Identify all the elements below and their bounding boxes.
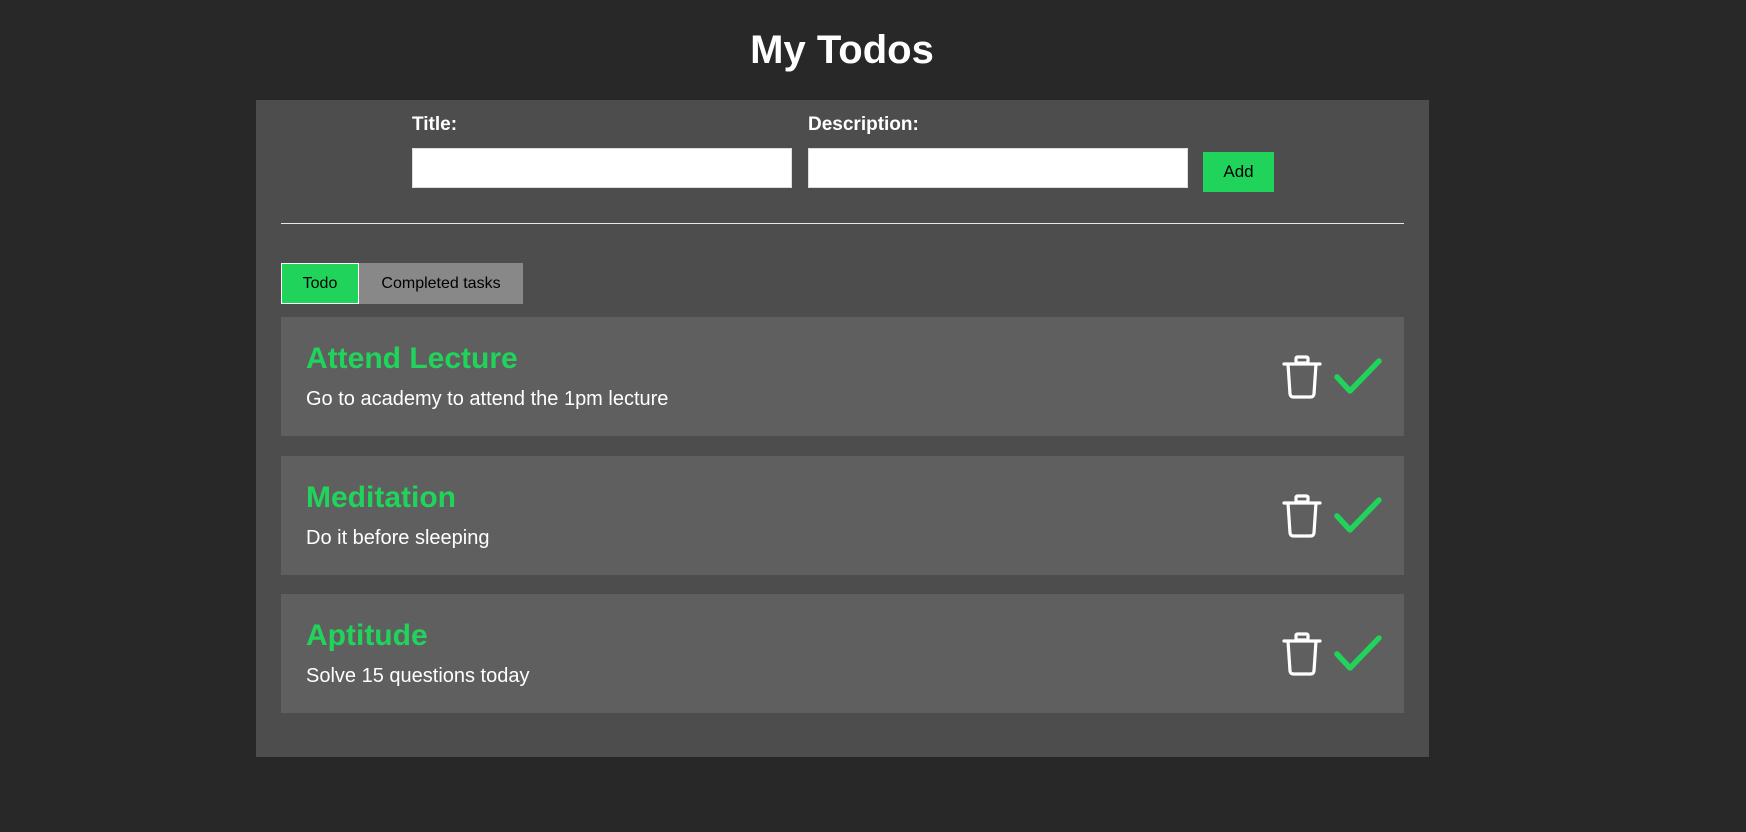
todo-description: Solve 15 questions today [306,665,530,687]
trash-icon[interactable] [1281,494,1323,538]
todo-title: Meditation [306,481,456,514]
page-title: My Todos [750,28,934,72]
tab-completed-tasks[interactable]: Completed tasks [359,263,523,304]
todo-item: Attend Lecture Go to academy to attend t… [281,317,1404,436]
description-label: Description: [808,114,919,135]
todo-title: Attend Lecture [306,342,518,375]
check-icon[interactable] [1333,632,1383,676]
check-icon[interactable] [1333,355,1383,399]
todo-description: Do it before sleeping [306,527,490,549]
add-button[interactable]: Add [1203,152,1274,192]
check-icon[interactable] [1333,494,1383,538]
todo-item: Aptitude Solve 15 questions today [281,594,1404,713]
todo-panel: Title: Description: Add Todo Completed t… [256,100,1429,757]
description-input[interactable] [808,148,1188,188]
trash-icon[interactable] [1281,355,1323,399]
todo-title: Aptitude [306,619,428,652]
title-label: Title: [412,114,458,135]
todo-item: Meditation Do it before sleeping [281,456,1404,575]
trash-icon[interactable] [1281,632,1323,676]
todo-description: Go to academy to attend the 1pm lecture [306,388,669,410]
tab-todo[interactable]: Todo [281,263,359,304]
divider [281,223,1404,224]
title-input[interactable] [412,148,792,188]
